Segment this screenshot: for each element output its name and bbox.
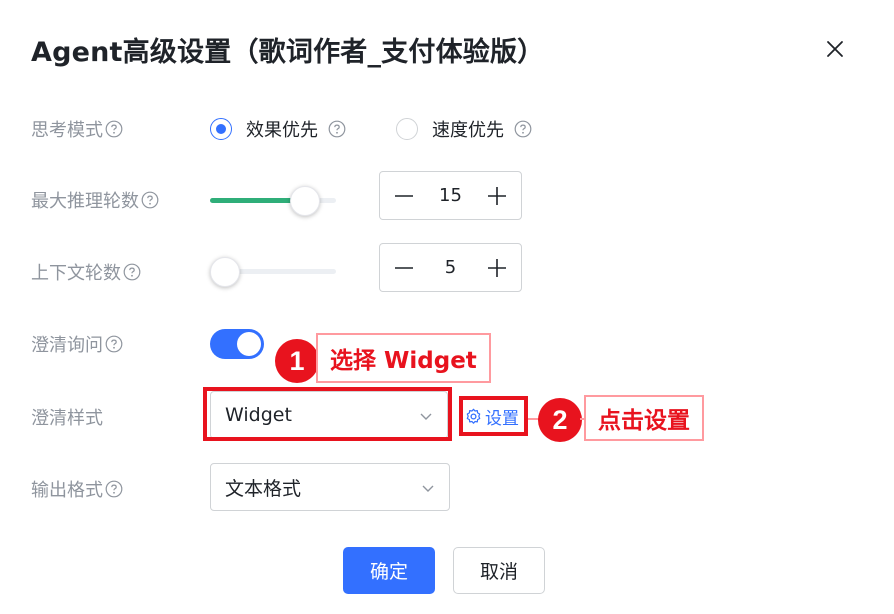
advanced-settings-dialog: Agent高级设置（歌词作者_支付体验版） 思考模式 效果优先 速度优先 最大推… <box>0 0 894 614</box>
output-format-row-label: 输出格式 <box>31 476 123 502</box>
context-rounds-row-label: 上下文轮数 <box>31 259 141 285</box>
step-callout-2-text: 点击设置 <box>598 408 690 434</box>
help-icon[interactable] <box>141 191 159 209</box>
max-rounds-row-label: 最大推理轮数 <box>31 187 159 213</box>
max-rounds-stepper: 15 <box>379 171 522 220</box>
highlight-settings-link <box>459 396 528 436</box>
context-rounds-label: 上下文轮数 <box>31 263 121 284</box>
help-icon[interactable] <box>105 480 123 498</box>
clarify-ask-toggle[interactable] <box>210 329 264 359</box>
increment-button[interactable] <box>473 172 521 219</box>
thinking-mode-label: 思考模式 <box>31 120 103 141</box>
radio-quality-first-label: 效果优先 <box>246 120 318 141</box>
thinking-mode-row-label: 思考模式 <box>31 116 123 142</box>
context-rounds-slider[interactable] <box>210 257 336 287</box>
highlight-clarify-style-select <box>203 387 452 441</box>
decrement-button[interactable] <box>380 244 428 291</box>
slider-thumb[interactable] <box>210 257 240 287</box>
help-icon[interactable] <box>328 120 346 138</box>
output-format-select[interactable]: 文本格式 <box>210 463 450 511</box>
max-rounds-slider[interactable] <box>210 186 336 216</box>
step-callout-2: 点击设置 <box>584 395 704 441</box>
step-callout-1-text: 选择 Widget <box>330 348 477 374</box>
cancel-button[interactable]: 取消 <box>453 547 545 594</box>
slider-thumb[interactable] <box>289 186 320 216</box>
radio-speed-first[interactable]: 速度优先 <box>396 116 532 142</box>
dialog-title: Agent高级设置（歌词作者_支付体验版） <box>31 37 545 68</box>
clarify-style-label: 澄清样式 <box>31 408 103 429</box>
step-badge-1: 1 <box>275 339 319 383</box>
radio-quality-first[interactable]: 效果优先 <box>210 116 346 142</box>
help-icon[interactable] <box>123 263 141 281</box>
output-format-label: 输出格式 <box>31 480 103 501</box>
increment-button[interactable] <box>473 244 521 291</box>
max-rounds-value[interactable]: 15 <box>428 185 473 206</box>
help-icon[interactable] <box>105 335 123 353</box>
decrement-button[interactable] <box>380 172 428 219</box>
radio-unselected-indicator <box>396 118 418 140</box>
chevron-down-icon <box>421 480 435 494</box>
help-icon[interactable] <box>514 120 532 138</box>
confirm-button[interactable]: 确定 <box>343 547 435 594</box>
step-callout-1: 选择 Widget <box>316 333 491 383</box>
help-icon[interactable] <box>105 120 123 138</box>
context-rounds-stepper: 5 <box>379 243 522 292</box>
radio-selected-indicator <box>210 118 232 140</box>
output-format-value: 文本格式 <box>225 477 302 500</box>
step-badge-2: 2 <box>538 398 582 442</box>
radio-speed-first-label: 速度优先 <box>432 120 504 141</box>
clarify-ask-row-label: 澄清询问 <box>31 331 123 357</box>
clarify-ask-label: 澄清询问 <box>31 335 103 356</box>
close-icon[interactable] <box>822 36 848 62</box>
max-rounds-label: 最大推理轮数 <box>31 191 139 212</box>
clarify-style-row-label: 澄清样式 <box>31 404 103 430</box>
context-rounds-value[interactable]: 5 <box>428 257 473 278</box>
